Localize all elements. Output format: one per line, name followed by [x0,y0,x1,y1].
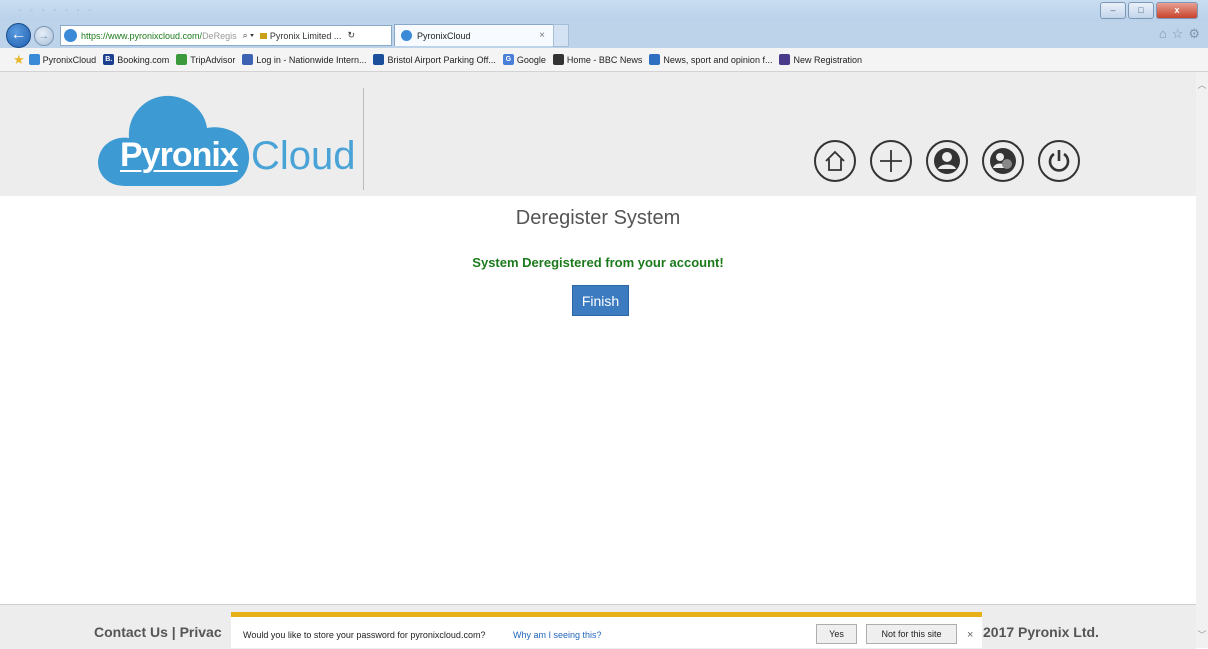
window-titlebar: ◦ ◦ ◦ ◦ ◦ ◦ ◦ – □ x [0,0,1208,21]
account-icon[interactable] [926,140,968,182]
favorite-site-icon [28,54,40,65]
favorite-label: PyronixCloud [42,54,97,65]
home-browser-icon[interactable]: ⌂ [1159,26,1167,42]
favorite-item[interactable]: News, sport and opinion f... [649,54,772,65]
favorite-site-icon [779,54,791,65]
favorites-bar: ★ PyronixCloud B. Booking.com TripAdvisor Lo… [0,48,1208,72]
favorite-label: News, sport and opinion f... [663,54,773,65]
scroll-up-icon[interactable]: ︿ [1196,78,1208,92]
settings-gear-icon[interactable]: ⚙ [1188,26,1200,42]
forward-button[interactable]: → [34,26,54,46]
favorite-label: Log in - Nationwide Intern... [256,54,367,65]
save-password-yes-button[interactable]: Yes [816,624,857,644]
quick-access-toolbar: ◦ ◦ ◦ ◦ ◦ ◦ ◦ [18,5,95,15]
favorite-item[interactable]: Bristol Airport Parking Off... [373,54,496,65]
favorite-label: TripAdvisor [190,54,236,65]
favorite-label: Bristol Airport Parking Off... [387,54,496,65]
favorite-item[interactable]: TripAdvisor [176,54,235,65]
address-url: https://www.pyronixcloud.com/DeRegis [81,30,237,41]
favorite-site-icon [649,54,661,65]
back-button[interactable]: ← [6,23,31,48]
site-icon [64,29,77,42]
lock-icon[interactable] [259,32,267,39]
site-header: Pyronix Cloud [0,72,1196,196]
favorite-site-icon [176,54,188,65]
address-bar[interactable]: https://www.pyronixcloud.com/DeRegis ⌕ ▾… [60,25,392,46]
not-for-this-site-button[interactable]: Not for this site [866,624,957,644]
favorite-site-icon [242,54,254,65]
favorite-item[interactable]: B. Booking.com [103,54,169,65]
favorite-label: New Registration [793,54,862,65]
favorite-site-icon: B. [103,54,115,65]
add-icon[interactable] [870,140,912,182]
browser-navbar: ← → https://www.pyronixcloud.com/DeRegis… [0,21,1208,48]
users-icon[interactable] [982,140,1024,182]
favorite-item[interactable]: Log in - Nationwide Intern... [242,54,366,65]
favorite-item[interactable]: New Registration [779,54,862,65]
window-controls: – □ x [1100,2,1198,19]
notification-text: Would you like to store your password fo… [243,630,486,640]
notification-close-icon[interactable]: × [967,629,973,641]
maximize-button[interactable]: □ [1128,2,1154,19]
success-message: System Deregistered from your account! [472,255,724,270]
favorites-star-icon[interactable]: ★ [13,52,25,68]
page-scrollbar[interactable] [1196,72,1208,648]
finish-button[interactable]: Finish [572,285,629,316]
tab-close-icon[interactable]: × [539,30,545,41]
refresh-icon[interactable]: ↻ [347,30,355,41]
tab-site-icon [401,30,412,41]
password-notification-bar: Would you like to store your password fo… [231,612,982,648]
favorite-site-icon [552,54,564,65]
favorite-site-icon [373,54,385,65]
header-divider [363,88,364,190]
favorite-label: Home - BBC News [566,54,643,65]
security-label[interactable]: Pyronix Limited ... [270,31,342,41]
favorite-site-icon: G [502,54,514,65]
logo-badge-text: Pyronix [120,136,239,174]
browser-tools: ⌂ ☆ ⚙ [1159,26,1200,42]
favorite-item[interactable]: Home - BBC News [552,54,643,65]
favorite-item[interactable]: PyronixCloud [28,54,97,65]
favorite-label: Booking.com [117,54,170,65]
minimize-button[interactable]: – [1100,2,1126,19]
logo-word: Cloud [251,134,356,178]
tab-title: PyronixCloud [417,30,471,41]
scroll-down-icon[interactable]: ﹀ [1196,628,1208,642]
why-link[interactable]: Why am I seeing this? [513,630,602,640]
browser-tab[interactable]: PyronixCloud × [394,24,554,46]
close-window-button[interactable]: x [1156,2,1198,19]
favorites-star-icon[interactable]: ☆ [1172,26,1184,42]
power-icon[interactable] [1038,140,1080,182]
new-tab-button[interactable] [553,24,569,47]
header-nav [814,140,1080,182]
search-icon[interactable]: ⌕ ▾ [243,30,254,41]
page-title: Deregister System [515,207,681,229]
home-icon[interactable] [814,140,856,182]
footer-copyright: 2017 Pyronix Ltd. [983,624,1099,640]
favorite-label: Google [516,54,546,65]
favorite-item[interactable]: G Google [502,54,546,65]
footer-links[interactable]: Contact Us | Privac [94,624,222,640]
